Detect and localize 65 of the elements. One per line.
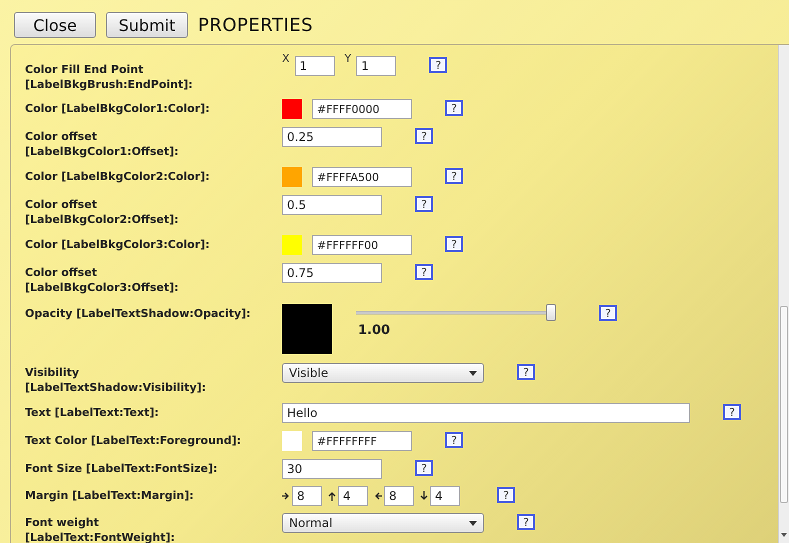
help-button[interactable]: ?: [517, 514, 535, 530]
coordinate-field[interactable]: 1: [356, 56, 396, 76]
margin-field[interactable]: 8: [292, 486, 322, 506]
help-button[interactable]: ?: [415, 264, 433, 280]
property-label: Text Color [LabelText:Foreground]:: [25, 433, 242, 448]
property-label: Color offset [LabelBkgColor2:Offset]:: [25, 197, 180, 227]
dropdown[interactable]: Normal: [282, 513, 484, 533]
help-button[interactable]: ?: [415, 460, 433, 476]
color-swatch[interactable]: [282, 99, 302, 119]
color-field[interactable]: #FFFFFF00: [312, 235, 412, 255]
arrow-icon: [374, 491, 382, 501]
property-label: Font Size [LabelText:FontSize]:: [25, 461, 218, 476]
text-field[interactable]: Hello: [282, 403, 690, 423]
dropdown[interactable]: Visible: [282, 363, 484, 383]
arrow-icon: [328, 491, 336, 501]
color-field[interactable]: #FFFF0000: [312, 99, 412, 119]
property-label: Color offset [LabelBkgColor3:Offset]:: [25, 265, 180, 295]
help-button[interactable]: ?: [497, 487, 515, 503]
property-label: Color [LabelBkgColor1:Color]:: [25, 101, 211, 116]
property-label: Color offset [LabelBkgColor1:Offset]:: [25, 129, 180, 159]
help-button[interactable]: ?: [445, 236, 463, 252]
toolbar-button[interactable]: Submit: [106, 12, 188, 38]
scrollbar[interactable]: [778, 45, 789, 543]
text-field[interactable]: 0.25: [282, 127, 382, 147]
caret-icon: [469, 520, 477, 526]
property-label: Font weight [LabelText:FontWeight]:: [25, 515, 176, 543]
text-field[interactable]: 0.75: [282, 263, 382, 283]
help-button[interactable]: ?: [445, 168, 463, 184]
margin-field[interactable]: 4: [338, 486, 368, 506]
panel-title: PROPERTIES: [198, 14, 314, 36]
color-swatch[interactable]: [282, 431, 302, 451]
arrow-icon: [420, 491, 428, 501]
property-label: Opacity [LabelTextShadow:Opacity]:: [25, 306, 252, 321]
toolbar-button[interactable]: Close: [14, 12, 96, 38]
help-button[interactable]: ?: [445, 432, 463, 448]
text-field[interactable]: 30: [282, 459, 382, 479]
help-button[interactable]: ?: [723, 404, 741, 420]
property-label: Color [LabelBkgColor2:Color]:: [25, 169, 211, 184]
help-button[interactable]: ?: [445, 100, 463, 116]
help-button[interactable]: ?: [429, 57, 448, 73]
property-label: Text [LabelText:Text]:: [25, 405, 160, 420]
color-field[interactable]: #FFFFA500: [312, 167, 412, 187]
margin-field[interactable]: 4: [430, 486, 460, 506]
property-label: Margin [LabelText:Margin]:: [25, 488, 195, 503]
opacity-value: 1.00: [358, 323, 392, 338]
help-button[interactable]: ?: [415, 196, 433, 212]
property-label: Color Fill End Point [LabelBkgBrush:EndPoint]:: [25, 62, 194, 92]
color-swatch[interactable]: [282, 167, 302, 187]
margin-field[interactable]: 8: [384, 486, 414, 506]
property-label: Color [LabelBkgColor3:Color]:: [25, 237, 211, 252]
color-swatch[interactable]: [282, 304, 332, 354]
color-swatch[interactable]: [282, 235, 302, 255]
help-button[interactable]: ?: [415, 128, 433, 144]
property-label: Visibility [LabelTextShadow:Visibility]:: [25, 365, 208, 395]
help-button[interactable]: ?: [517, 364, 535, 380]
text-field[interactable]: 0.5: [282, 195, 382, 215]
help-button[interactable]: ?: [599, 305, 617, 321]
axis-label: X: [282, 52, 290, 65]
axis-label: Y: [344, 52, 352, 65]
caret-icon: [469, 370, 477, 376]
scroll-down-icon[interactable]: [779, 531, 789, 539]
color-field[interactable]: #FFFFFFFF: [312, 431, 412, 451]
arrow-icon: [282, 491, 290, 501]
coordinate-field[interactable]: 1: [294, 56, 335, 76]
slider-thumb[interactable]: [546, 304, 556, 321]
